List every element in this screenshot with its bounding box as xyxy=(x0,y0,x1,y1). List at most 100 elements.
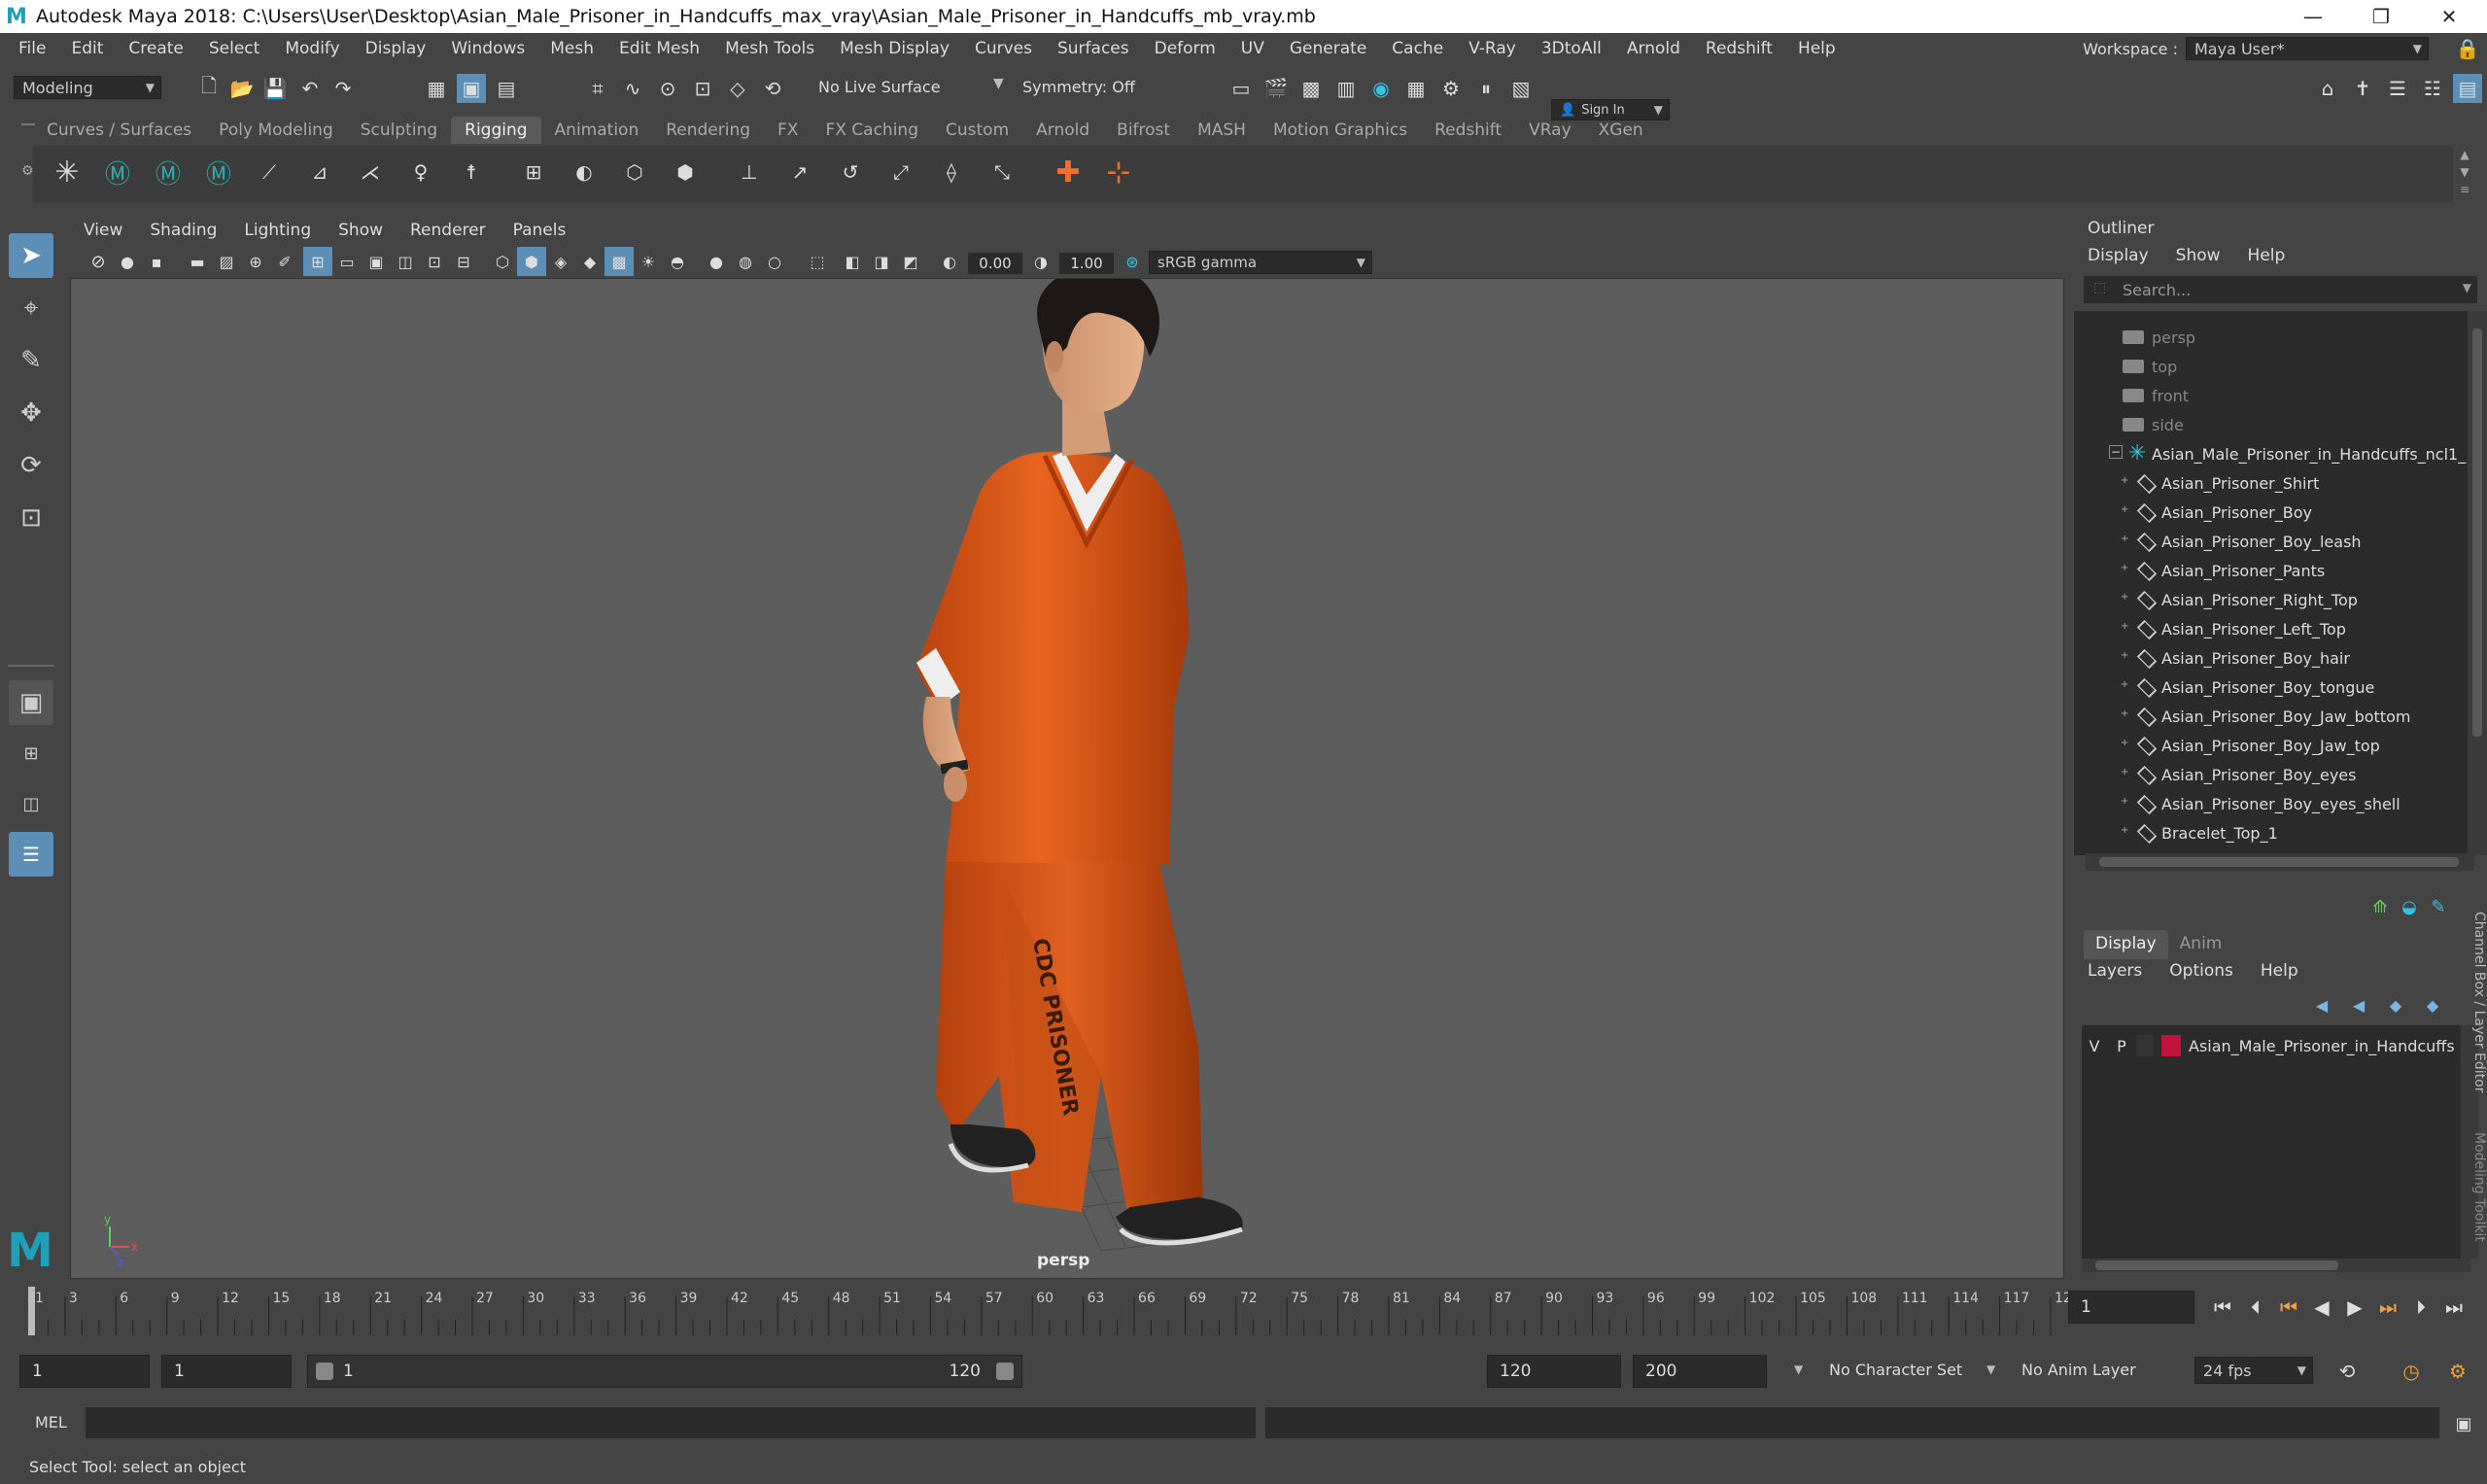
expand-icon[interactable]: + xyxy=(2121,825,2128,836)
command-input[interactable] xyxy=(86,1407,1256,1438)
single-view-layout-icon[interactable]: ▣ xyxy=(9,680,53,725)
outliner-item-mesh[interactable]: + Bracelet_Top_1 xyxy=(2074,818,2468,847)
go-to-start-icon[interactable]: ⏮ xyxy=(2208,1293,2237,1322)
menu-vray[interactable]: V-Ray xyxy=(1456,39,1529,58)
joint-tool-icon[interactable]: ✳ xyxy=(52,155,82,190)
depth-of-field-icon[interactable]: ○ xyxy=(760,247,789,276)
menu-create[interactable]: Create xyxy=(116,39,196,58)
outliner-item-mesh[interactable]: + Asian_Prisoner_Boy_eyes_shell xyxy=(2074,789,2468,818)
xray-joints-icon[interactable]: ◨ xyxy=(867,247,896,276)
field-chart-icon[interactable]: ⊡ xyxy=(420,247,449,276)
expand-icon[interactable]: + xyxy=(2121,708,2128,719)
modeling-toolkit-icon[interactable]: ⌂ xyxy=(2313,74,2342,103)
bookmarks-icon[interactable]: ▬ xyxy=(183,247,212,276)
shelf-tab-curves-surfaces[interactable]: Curves / Surfaces xyxy=(33,117,205,144)
undo-icon[interactable]: ↶ xyxy=(295,74,325,103)
end-time-field[interactable]: 200 xyxy=(1633,1355,1767,1388)
outliner-item-mesh[interactable]: + Asian_Prisoner_Boy_Jaw_bottom xyxy=(2074,702,2468,731)
select-object-icon[interactable]: ▣ xyxy=(457,74,486,103)
chevron-down-icon[interactable]: ▼ xyxy=(2463,281,2471,294)
step-back-frame-icon[interactable]: ⏴ xyxy=(2241,1293,2270,1322)
minimize-button[interactable]: — xyxy=(2279,0,2347,33)
layer-horizontal-scrollbar[interactable] xyxy=(2082,1259,2470,1272)
expand-icon[interactable]: + xyxy=(2121,650,2128,661)
grid-toggle-icon[interactable]: ⊞ xyxy=(303,247,332,276)
two-view-layout-icon[interactable]: ◫ xyxy=(9,781,53,826)
outliner-item-mesh[interactable]: + Asian_Prisoner_Left_Top xyxy=(2074,614,2468,643)
channel-box-toggle-icon[interactable]: ⟰ xyxy=(2366,892,2395,921)
lights-icon[interactable]: ▩ xyxy=(604,247,634,276)
expand-icon[interactable]: + xyxy=(2121,475,2128,486)
scale-tool-icon[interactable]: ⊡ xyxy=(9,496,53,540)
point-constraint-icon[interactable]: ⊥ xyxy=(735,157,764,187)
ik-spline-icon[interactable]: Ⓜ xyxy=(154,157,183,190)
menu-cache[interactable]: Cache xyxy=(1379,39,1456,58)
camera-attributes-icon[interactable]: ▪ xyxy=(142,247,171,276)
fps-dropdown[interactable]: 24 fps ▼ xyxy=(2194,1357,2313,1384)
menu-deform[interactable]: Deform xyxy=(1142,39,1228,58)
range-start-handle[interactable] xyxy=(316,1363,333,1380)
outliner-item-mesh[interactable]: + Asian_Prisoner_Boy_hair xyxy=(2074,643,2468,673)
outliner-item-mesh[interactable]: + Asian_Prisoner_Boy_eyes xyxy=(2074,760,2468,789)
outliner-item-mesh[interactable]: + Asian_Prisoner_Boy_tongue xyxy=(2074,673,2468,702)
2d-pan-zoom-icon[interactable]: ⊕ xyxy=(241,247,270,276)
step-forward-frame-icon[interactable]: ⏵ xyxy=(2406,1293,2435,1322)
anim-layer-label[interactable]: No Anim Layer xyxy=(2021,1361,2136,1379)
select-tool-icon[interactable]: ➤ xyxy=(9,233,53,278)
wireframe-on-shaded-icon[interactable]: ◈ xyxy=(546,247,575,276)
outliner-item-mesh[interactable]: + Asian_Prisoner_Pants xyxy=(2074,556,2468,585)
viewport-menu-panels[interactable]: Panels xyxy=(500,221,580,240)
range-end-handle[interactable] xyxy=(996,1363,1014,1380)
expand-icon[interactable]: + xyxy=(2121,592,2128,603)
menu-mesh-display[interactable]: Mesh Display xyxy=(827,39,962,58)
menu-surfaces[interactable]: Surfaces xyxy=(1045,39,1142,58)
pole-vector-icon[interactable]: ⤡ xyxy=(987,157,1017,187)
move-layer-down-icon[interactable]: ◀ xyxy=(2344,990,2373,1019)
3d-viewport[interactable]: CDC PRISONER y x z persp xyxy=(70,278,2064,1279)
skeleton-icon[interactable]: ☨ xyxy=(457,157,486,187)
gamma-field[interactable]: 1.00 xyxy=(1059,253,1114,274)
shelf-tab-fx[interactable]: FX xyxy=(764,117,812,144)
shelf-tab-bifrost[interactable]: Bifrost xyxy=(1103,117,1184,144)
anti-aliasing-icon[interactable]: ◍ xyxy=(731,247,760,276)
play-forwards-icon[interactable]: ▶ xyxy=(2340,1293,2369,1322)
start-time-field[interactable]: 1 xyxy=(19,1355,150,1388)
anim-preferences-icon[interactable]: ⚙ xyxy=(2443,1357,2472,1386)
isolate-select-icon[interactable]: ⬚ xyxy=(803,247,832,276)
save-scene-icon[interactable]: 💾 xyxy=(260,74,290,103)
shelf-scroll-icon[interactable]: ▲ ▼ ≡ xyxy=(2453,146,2476,202)
grease-pencil-icon[interactable]: ✐ xyxy=(270,247,299,276)
vray-settings-icon[interactable]: ⚙ xyxy=(1436,74,1466,103)
outliner-horizontal-scrollbar[interactable] xyxy=(2086,853,2474,871)
layer-name[interactable]: Asian_Male_Prisoner_in_Handcuffs xyxy=(2189,1037,2455,1055)
tool-settings-icon[interactable]: ☷ xyxy=(2418,74,2447,103)
shadows-icon[interactable]: ☀ xyxy=(634,247,663,276)
motion-blur-icon[interactable]: ● xyxy=(702,247,731,276)
menu-display[interactable]: Display xyxy=(353,39,439,58)
outliner-layout-icon[interactable]: ☰ xyxy=(9,832,53,877)
select-component-icon[interactable]: ▤ xyxy=(492,74,521,103)
shelf-tab-mash[interactable]: MASH xyxy=(1184,117,1260,144)
step-forward-key-icon[interactable]: ⏭ xyxy=(2373,1293,2402,1322)
four-view-layout-icon[interactable]: ⊞ xyxy=(9,731,53,776)
vfb-icon[interactable]: ▧ xyxy=(1506,74,1536,103)
viewport-menu-view[interactable]: View xyxy=(70,221,136,240)
layer-visibility-toggle[interactable]: V xyxy=(2082,1037,2107,1055)
expand-icon[interactable]: + xyxy=(2121,621,2128,632)
collapse-icon[interactable]: − xyxy=(2109,445,2123,459)
outliner-vertical-scrollbar[interactable] xyxy=(2468,311,2487,855)
command-language-label[interactable]: MEL xyxy=(35,1413,67,1432)
layer-row[interactable]: V P Asian_Male_Prisoner_in_Handcuffs xyxy=(2082,1031,2461,1060)
shelf-tab-redshift[interactable]: Redshift xyxy=(1421,117,1515,144)
scale-constraint-icon[interactable]: ⤢ xyxy=(886,157,915,187)
menu-3dtoall[interactable]: 3DtoAll xyxy=(1529,39,1614,58)
lock-camera-icon[interactable]: ● xyxy=(113,247,142,276)
menu-edit-mesh[interactable]: Edit Mesh xyxy=(606,39,712,58)
outliner-item-top[interactable]: top xyxy=(2074,352,2468,381)
lock-icon[interactable]: 🔒 xyxy=(2453,34,2482,63)
outliner-item-side[interactable]: side xyxy=(2074,410,2468,439)
layer-color-swatch[interactable] xyxy=(2161,1035,2181,1056)
insert-joint-icon[interactable]: ⟋ xyxy=(255,157,284,187)
menu-modify[interactable]: Modify xyxy=(272,39,352,58)
menu-edit[interactable]: Edit xyxy=(58,39,116,58)
